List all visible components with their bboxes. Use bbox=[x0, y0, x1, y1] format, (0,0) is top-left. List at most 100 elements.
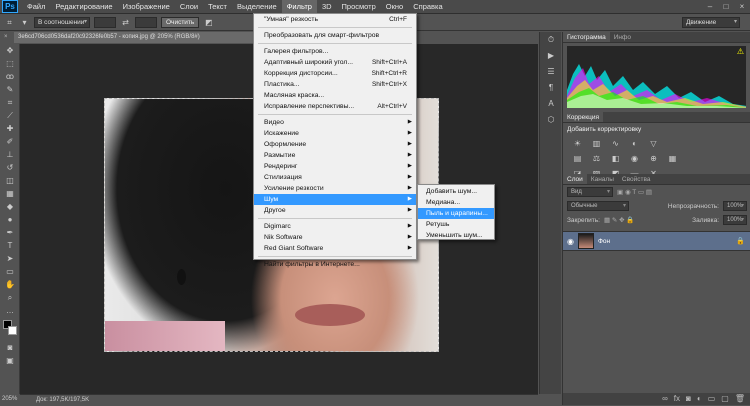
menu-item[interactable]: Слои bbox=[175, 0, 203, 13]
noise-submenu-item[interactable]: Ретушь bbox=[418, 219, 494, 230]
dodge-tool-icon[interactable]: ● bbox=[0, 213, 20, 226]
hand-tool-icon[interactable]: ✋ bbox=[0, 278, 20, 291]
minimize-button[interactable]: – bbox=[702, 0, 718, 13]
tab-properties[interactable]: Свойства bbox=[618, 174, 655, 184]
filter-menu-item[interactable]: Digimarc ▶ bbox=[254, 221, 416, 232]
eraser-tool-icon[interactable]: ◫ bbox=[0, 174, 20, 187]
lasso-tool-icon[interactable]: ꝏ bbox=[0, 70, 20, 83]
height-input[interactable] bbox=[135, 16, 157, 28]
filter-menu-item[interactable]: Рендеринг ▶ bbox=[254, 161, 416, 172]
character-panel-icon[interactable]: A bbox=[540, 96, 562, 112]
mask-icon[interactable]: ◙ bbox=[686, 393, 691, 405]
levels-icon[interactable]: ▥ bbox=[590, 138, 603, 149]
crop-tool-icon[interactable]: ⌗ bbox=[4, 17, 15, 28]
filter-menu-item[interactable]: Искажение ▶ bbox=[254, 128, 416, 139]
menu-item[interactable]: Изображение bbox=[118, 0, 175, 13]
menu-item[interactable]: Просмотр bbox=[337, 0, 381, 13]
zoom-level[interactable]: 205% bbox=[0, 394, 20, 405]
color-swatches-icon[interactable] bbox=[0, 317, 20, 341]
filter-icons[interactable]: ▣ ◉ T ▭ ▤ bbox=[617, 188, 652, 196]
filter-menu-item[interactable]: Red Giant Software ▶ bbox=[254, 243, 416, 254]
pen-tool-icon[interactable]: ✒ bbox=[0, 226, 20, 239]
filter-menu-item[interactable]: Усиление резкости ▶ bbox=[254, 183, 416, 194]
trash-icon[interactable]: 🗑 bbox=[735, 393, 745, 405]
shape-tool-icon[interactable]: ▭ bbox=[0, 265, 20, 278]
filter-menu-item[interactable]: Оформление ▶ bbox=[254, 139, 416, 150]
tab-histogram[interactable]: Гистограмма bbox=[563, 32, 610, 42]
kind-select[interactable]: Вид bbox=[567, 187, 613, 197]
channel-mixer-icon[interactable]: ⊕ bbox=[647, 153, 660, 164]
type-tool-icon[interactable]: T bbox=[0, 239, 20, 252]
properties-panel-icon[interactable]: ☰ bbox=[540, 64, 562, 80]
hue-saturation-icon[interactable]: ▤ bbox=[571, 153, 584, 164]
color-balance-icon[interactable]: ⚖ bbox=[590, 153, 603, 164]
filter-menu-item[interactable]: Адаптивный широкий угол... Shift+Ctrl+A bbox=[254, 57, 416, 68]
filter-menu-item[interactable]: Шум ▶ bbox=[254, 194, 416, 205]
marquee-tool-icon[interactable]: ⬚ bbox=[0, 57, 20, 70]
new-layer-icon[interactable]: ▢ bbox=[721, 393, 729, 405]
filter-menu-item[interactable]: Видео ▶ bbox=[254, 117, 416, 128]
exposure-icon[interactable]: ◐ bbox=[628, 138, 641, 149]
stamp-tool-icon[interactable]: ⊥ bbox=[0, 148, 20, 161]
gradient-tool-icon[interactable]: ▦ bbox=[0, 187, 20, 200]
adjustment-layer-icon[interactable]: ◐ bbox=[697, 393, 702, 405]
tab-channels[interactable]: Каналы bbox=[587, 174, 618, 184]
blend-mode-select[interactable]: Обычные bbox=[567, 201, 629, 211]
opacity-input[interactable]: 100% bbox=[723, 201, 747, 211]
link-icon[interactable]: ∞ bbox=[662, 393, 668, 405]
more-tools-icon[interactable]: … bbox=[0, 304, 20, 317]
workspace-select[interactable]: Движение bbox=[682, 17, 740, 28]
filter-menu-item[interactable]: Найти фильтры в Интернете... bbox=[254, 259, 416, 270]
black-white-icon[interactable]: ◧ bbox=[609, 153, 622, 164]
filter-menu-item[interactable]: Масляная краска... bbox=[254, 90, 416, 101]
eyedropper-tool-icon[interactable]: ⟋ bbox=[0, 109, 20, 122]
close-tab-icon[interactable]: × bbox=[4, 32, 14, 43]
fill-input[interactable]: 100% bbox=[723, 215, 747, 225]
filter-menu-item[interactable]: Преобразовать для смарт-фильтров bbox=[254, 30, 416, 41]
chevron-down-icon[interactable]: ▾ bbox=[19, 17, 30, 28]
menu-item[interactable]: Редактирование bbox=[50, 0, 117, 13]
filter-menu-item[interactable]: Коррекция дисторсии... Shift+Ctrl+R bbox=[254, 68, 416, 79]
menu-item[interactable]: Окно bbox=[381, 0, 408, 13]
quick-select-tool-icon[interactable]: ✎ bbox=[0, 83, 20, 96]
menu-item[interactable]: Выделение bbox=[232, 0, 282, 13]
filter-menu-item[interactable]: Пластика... Shift+Ctrl+X bbox=[254, 79, 416, 90]
3d-panel-icon[interactable]: ⬡ bbox=[540, 112, 562, 128]
quick-mask-icon[interactable]: ◙ bbox=[0, 341, 20, 354]
layer-name[interactable]: Фон bbox=[598, 238, 610, 245]
path-select-icon[interactable]: ➤ bbox=[0, 252, 20, 265]
brush-tool-icon[interactable]: ✐ bbox=[0, 135, 20, 148]
menu-item[interactable]: 3D bbox=[317, 0, 337, 13]
maximize-button[interactable]: □ bbox=[718, 0, 734, 13]
ratio-select[interactable]: В соотношении bbox=[34, 16, 90, 28]
filter-menu-item[interactable]: "Умная" резкость Ctrl+F bbox=[254, 14, 416, 25]
photo-filter-icon[interactable]: ◉ bbox=[628, 153, 641, 164]
folder-icon[interactable]: ▭ bbox=[708, 393, 716, 405]
menu-item[interactable]: Справка bbox=[408, 0, 447, 13]
menu-item[interactable]: Фильтр bbox=[281, 0, 317, 13]
paragraph-panel-icon[interactable]: ¶ bbox=[540, 80, 562, 96]
blur-tool-icon[interactable]: ◆ bbox=[0, 200, 20, 213]
layer-row[interactable]: ◉ Фон 🔒 bbox=[563, 231, 750, 251]
straighten-icon[interactable]: ◩ bbox=[203, 17, 214, 28]
document-tab[interactable]: 3e6cd706cd0536daf20c92326fe0b57 - копия.… bbox=[14, 32, 260, 43]
actions-panel-icon[interactable]: ▶ bbox=[540, 48, 562, 64]
filter-menu-item[interactable]: Исправление перспективы... Alt+Ctrl+V bbox=[254, 101, 416, 112]
brightness-icon[interactable]: ☀ bbox=[571, 138, 584, 149]
zoom-tool-icon[interactable]: ⌕ bbox=[0, 291, 20, 304]
history-panel-icon[interactable]: ⏱ bbox=[540, 32, 562, 48]
clear-button[interactable]: Очистить bbox=[161, 16, 200, 28]
filter-menu-item[interactable]: Размытие ▶ bbox=[254, 150, 416, 161]
eye-icon[interactable]: ◉ bbox=[567, 237, 574, 246]
curves-icon[interactable]: ∿ bbox=[609, 138, 622, 149]
noise-submenu-item[interactable]: Пыль и царапины... bbox=[418, 208, 494, 219]
healing-tool-icon[interactable]: ✚ bbox=[0, 122, 20, 135]
width-input[interactable] bbox=[94, 16, 116, 28]
close-button[interactable]: × bbox=[734, 0, 750, 13]
noise-submenu-item[interactable]: Медиана... bbox=[418, 197, 494, 208]
noise-submenu-item[interactable]: Добавить шум... bbox=[418, 186, 494, 197]
noise-submenu-item[interactable]: Уменьшить шум... bbox=[418, 230, 494, 241]
color-lookup-icon[interactable]: ▦ bbox=[666, 153, 679, 164]
warning-icon[interactable]: ⚠ bbox=[737, 47, 744, 56]
fx-icon[interactable]: fx bbox=[674, 393, 680, 405]
